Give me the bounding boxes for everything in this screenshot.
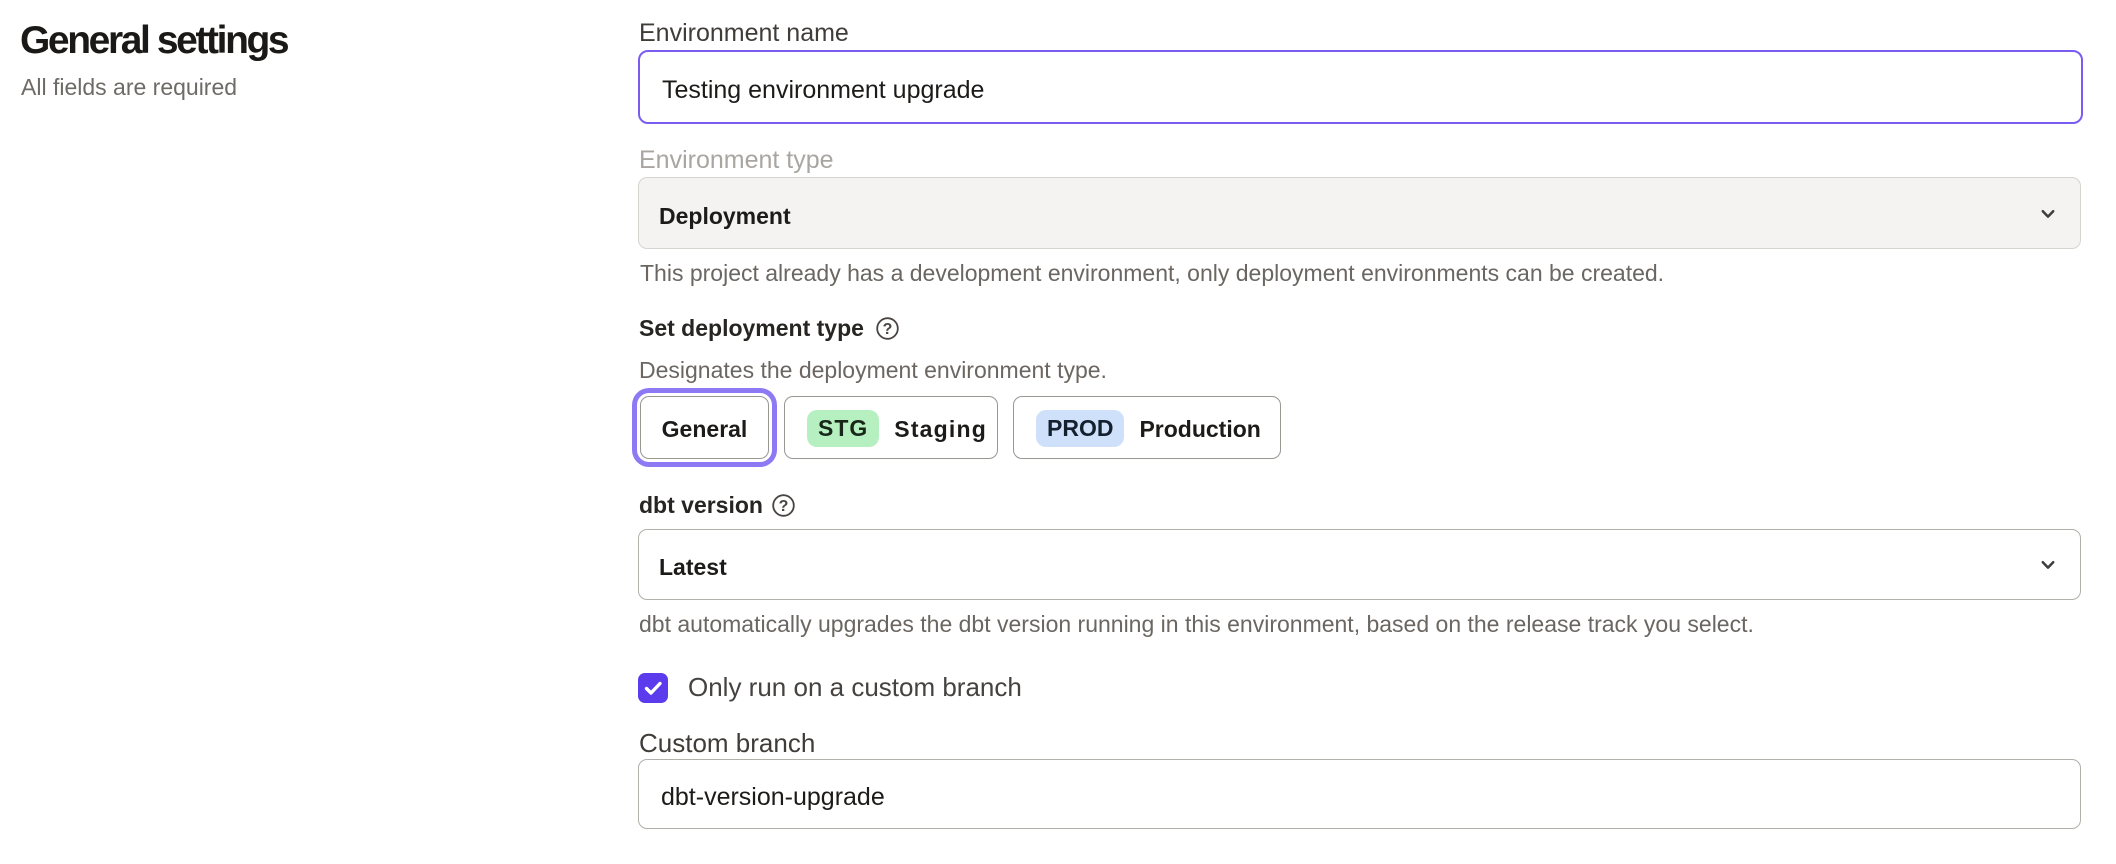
svg-text:?: ?: [883, 321, 893, 338]
svg-text:?: ?: [779, 498, 789, 515]
